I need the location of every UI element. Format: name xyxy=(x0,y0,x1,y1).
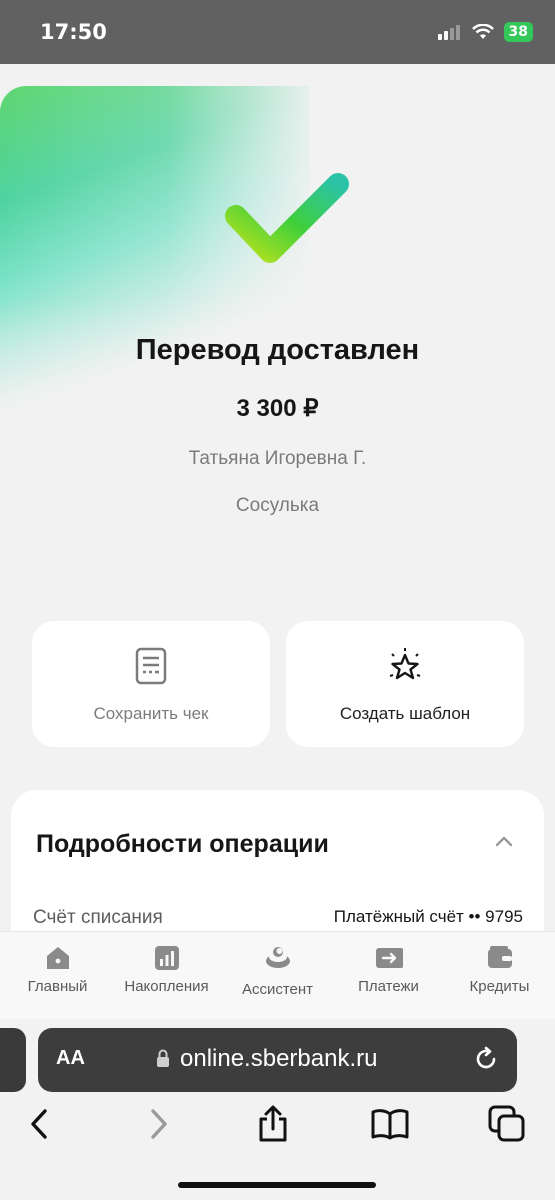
create-template-label: Создать шаблон xyxy=(339,704,471,723)
bookmarks-icon[interactable] xyxy=(370,1104,410,1144)
cellular-signal-icon xyxy=(437,25,460,40)
share-icon[interactable] xyxy=(253,1104,293,1144)
nav-label: Платежи xyxy=(358,978,419,995)
back-icon[interactable] xyxy=(20,1104,60,1144)
address-bar[interactable]: AA online.sberbank.ru xyxy=(38,1028,517,1092)
star-icon xyxy=(389,648,421,680)
lock-icon xyxy=(157,1049,169,1067)
battery-indicator: 38 xyxy=(503,22,533,42)
status-time: 17:50 xyxy=(40,20,107,44)
assistant-icon xyxy=(265,947,290,968)
tabs-icon[interactable] xyxy=(487,1104,527,1144)
nav-label: Кредиты xyxy=(469,978,530,995)
receipt-icon xyxy=(135,647,167,685)
url-text: online.sberbank.ru xyxy=(180,1045,378,1072)
debit-account-label: Счёт списания xyxy=(33,907,163,928)
nav-label: Главный xyxy=(27,978,88,995)
nav-item-home[interactable]: Главный xyxy=(2,932,113,1020)
transfer-amount: 3 300 ₽ xyxy=(236,395,319,422)
operation-details-title: Подробности операции xyxy=(36,830,329,858)
nav-item-savings[interactable]: Накопления xyxy=(111,932,222,1020)
debit-account-value: Платёжный счёт •• 9795 xyxy=(333,907,523,926)
previous-tab-preview[interactable] xyxy=(0,1028,26,1092)
bottom-navigation: Главный Накопления Ассистент Платежи Кре… xyxy=(0,931,555,1019)
payments-icon xyxy=(375,948,403,968)
save-receipt-button[interactable]: Сохранить чек xyxy=(32,621,270,747)
home-icon xyxy=(46,947,69,969)
status-bar: 17:50 38 xyxy=(0,0,555,64)
transfer-status-title: Перевод доставлен xyxy=(135,334,420,366)
chevron-up-icon[interactable] xyxy=(495,835,513,847)
wifi-icon xyxy=(471,24,494,39)
recipient-name: Татьяна Игоревна Г. xyxy=(188,448,367,469)
nav-label: Накопления xyxy=(124,978,209,995)
text-size-button[interactable]: AA xyxy=(56,1047,85,1070)
save-receipt-label: Сохранить чек xyxy=(93,704,209,723)
nav-label: Ассистент xyxy=(241,981,314,998)
reload-icon[interactable] xyxy=(472,1045,500,1073)
wallet-icon xyxy=(487,946,512,968)
nav-item-credits[interactable]: Кредиты xyxy=(444,932,555,1020)
forward-icon[interactable] xyxy=(138,1104,178,1144)
home-indicator xyxy=(178,1182,376,1188)
success-checkmark-icon xyxy=(225,173,349,263)
chart-icon xyxy=(154,946,179,970)
status-icons: 38 xyxy=(437,22,533,42)
recipient-bank: Сосулька xyxy=(235,495,320,516)
nav-item-payments[interactable]: Платежи xyxy=(333,932,444,1020)
nav-item-assistant[interactable]: Ассистент xyxy=(222,932,333,1020)
create-template-button[interactable]: Создать шаблон xyxy=(286,621,524,747)
